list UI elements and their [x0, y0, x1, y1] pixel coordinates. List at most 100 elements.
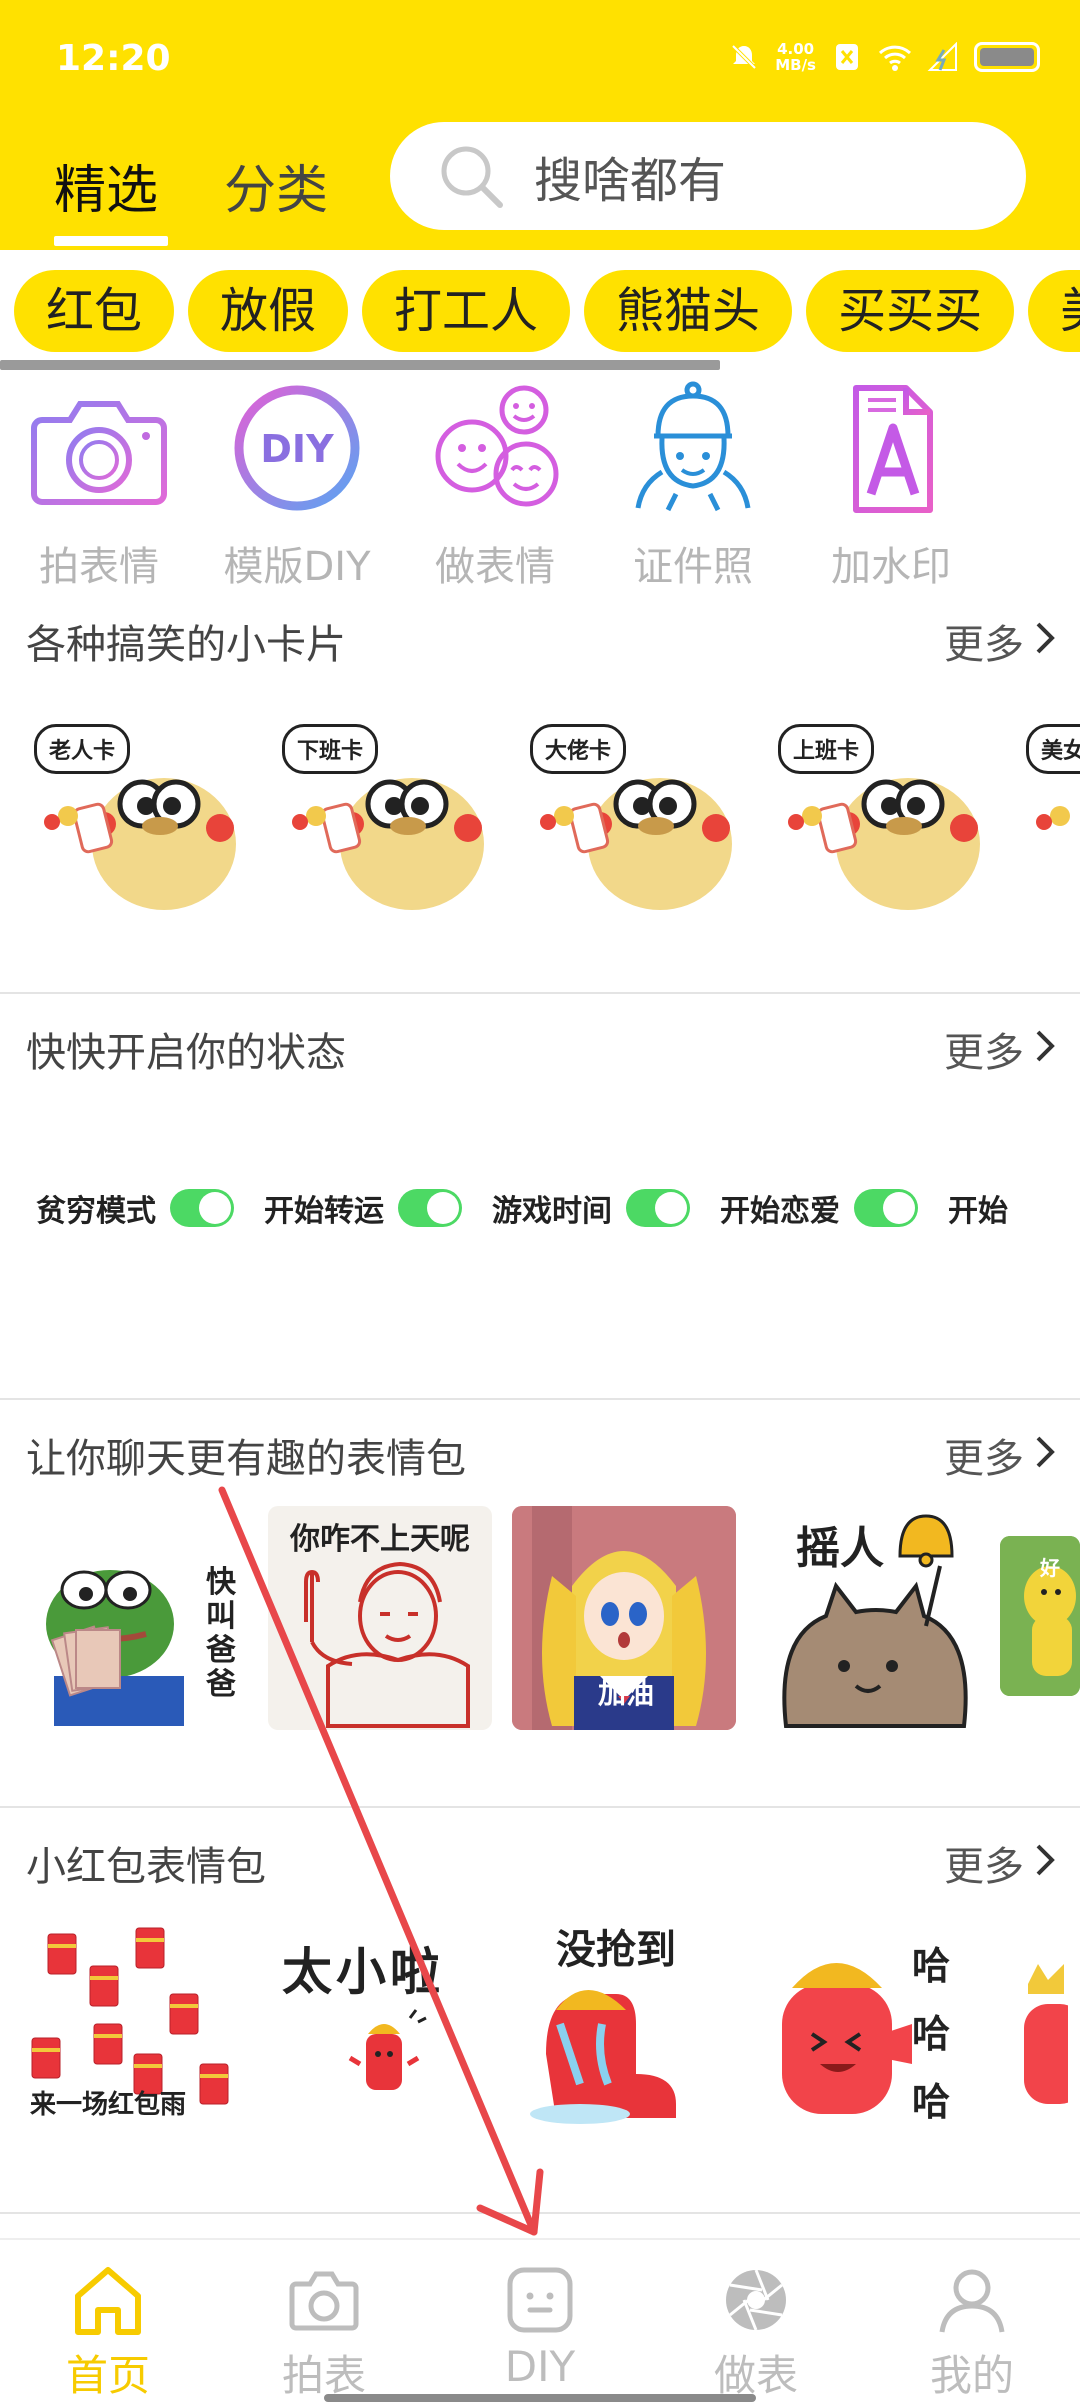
chip-partial[interactable]: 美 [1028, 270, 1080, 352]
nav-home[interactable]: 首页 [0, 2260, 216, 2403]
red-packet-partial[interactable] [1008, 1914, 1080, 2134]
card-sticker[interactable]: 下班卡 [272, 694, 492, 914]
tool-label: 拍表情 [39, 544, 159, 590]
id-photo-person-icon [635, 381, 751, 512]
mute-bell-icon [727, 40, 761, 74]
toggle-switch[interactable] [170, 1189, 234, 1227]
signal-icon [926, 40, 960, 74]
diy-circle-icon: DIY [234, 385, 360, 511]
chip-panda-head[interactable]: 熊猫头 [584, 270, 793, 352]
card-label: 大佬卡 [530, 724, 627, 774]
tool-make-sticker[interactable]: 做表情 [396, 376, 594, 592]
chevron-right-icon[interactable] [1030, 618, 1060, 658]
red-packet-rain[interactable]: 来一场红包雨 [24, 1914, 244, 2134]
status-game-time[interactable]: 游戏时间 [492, 1186, 690, 1230]
camera-icon [31, 401, 167, 505]
tool-row: 拍表情 DIY 模版DIY 做表情 证件照 加水印 [0, 376, 1080, 596]
nav-make[interactable]: 做表 [648, 2260, 864, 2403]
red-packet-laughing[interactable]: 哈哈哈 [762, 1914, 982, 2134]
watermark-document-icon [853, 385, 933, 513]
card-sticker[interactable]: 大佬卡 [520, 694, 740, 914]
category-chips: 红包 放假 打工人 熊猫头 买买买 美 [14, 270, 1080, 352]
chips-scrollbar [0, 360, 720, 370]
more-button-memes[interactable]: 更多 [944, 1426, 1024, 1484]
smiley-faces-icon [435, 385, 559, 507]
search-input[interactable]: 搜啥都有 [390, 122, 1026, 230]
red-packet-thumbnails: 来一场红包雨 太小啦 没抢到 哈哈哈 [24, 1914, 1080, 2134]
status-toggles: 贫穷模式 开始转运 游戏时间 开始恋爱 开始 [36, 1186, 1008, 1230]
status-label: 开始 [948, 1194, 1008, 1229]
red-packet-caption: 来一场红包雨 [30, 2090, 187, 2120]
chip-hongbao[interactable]: 红包 [14, 270, 175, 352]
status-good-luck[interactable]: 开始转运 [264, 1186, 462, 1230]
meme-red-man[interactable]: 你咋不上天呢 [268, 1506, 492, 1730]
status-poverty-mode[interactable]: 贫穷模式 [36, 1186, 234, 1230]
app-screen: 12:20 4.00 MB/s 精选 分类 搜啥都有 红包 放假 打工人 熊猫头… [0, 0, 1080, 2408]
user-icon [939, 2269, 1005, 2333]
aperture-icon [726, 2269, 786, 2331]
net-speed: 4.00 MB/s [775, 41, 816, 73]
nav-take[interactable]: 拍表 [216, 2260, 432, 2403]
tool-label: 模版DIY [223, 544, 371, 590]
tool-label: 做表情 [435, 544, 555, 590]
cat-bell-meme-image [782, 1514, 968, 1728]
bottom-nav: 首页 拍表 DIY 做表 我的 [0, 2238, 1080, 2408]
red-man-meme-image [304, 1561, 470, 1728]
home-icon [75, 2267, 141, 2335]
nav-label: DIY [504, 2342, 576, 2391]
chip-shopping[interactable]: 买买买 [806, 270, 1015, 352]
nav-label: 首页 [65, 2351, 150, 2400]
nav-mine[interactable]: 我的 [864, 2260, 1080, 2403]
section-title-status: 快快开启你的状态 [26, 1030, 346, 1076]
status-time: 12:20 [56, 38, 171, 79]
red-packet-too-small[interactable]: 太小啦 [270, 1914, 490, 2134]
header-bar: 12:20 4.00 MB/s 精选 分类 搜啥都有 [0, 0, 1080, 250]
chip-holiday[interactable]: 放假 [188, 270, 349, 352]
tab-featured[interactable]: 精选 [54, 148, 158, 223]
chevron-right-icon[interactable] [1030, 1026, 1060, 1066]
meme-frog[interactable]: 快叫爸爸 [24, 1506, 248, 1730]
status-romance[interactable]: 开始恋爱 [720, 1186, 918, 1230]
nav-diy[interactable]: DIY [432, 2260, 648, 2391]
toggle-switch[interactable] [854, 1189, 918, 1227]
diy-face-icon [507, 2267, 573, 2333]
chevron-right-icon[interactable] [1030, 1840, 1060, 1880]
status-partial[interactable]: 开始 [948, 1186, 1008, 1230]
meme-sailor-moon[interactable]: 加油 [512, 1506, 736, 1730]
section-divider [0, 1398, 1080, 1400]
card-label: 上班卡 [778, 724, 875, 774]
section-title-cards: 各种搞笑的小卡片 [26, 622, 346, 668]
card-sticker[interactable]: 上班卡 [768, 694, 988, 914]
tiny-red-figure-image [348, 2009, 427, 2090]
section-divider [0, 1806, 1080, 1808]
status-label: 贫穷模式 [36, 1194, 156, 1229]
meme-cat-bell[interactable]: 摇人 [756, 1506, 980, 1730]
tool-id-photo[interactable]: 证件照 [594, 376, 792, 592]
red-packet-partial-image [1024, 1964, 1080, 2104]
card-sticker[interactable]: 老人卡 [24, 694, 244, 914]
status-label: 开始恋爱 [720, 1194, 840, 1229]
card-label: 老人卡 [34, 724, 131, 774]
sim-x-icon [830, 40, 864, 74]
toggle-switch[interactable] [626, 1189, 690, 1227]
home-indicator [324, 2394, 756, 2402]
tool-template-diy[interactable]: DIY 模版DIY [198, 376, 396, 592]
tool-take-sticker[interactable]: 拍表情 [0, 376, 198, 592]
more-button-red-packets[interactable]: 更多 [944, 1834, 1024, 1892]
section-divider [0, 992, 1080, 994]
wifi-icon [878, 40, 912, 74]
red-packet-missed[interactable]: 没抢到 [516, 1914, 736, 2134]
more-button-status[interactable]: 更多 [944, 1020, 1024, 1078]
tool-watermark[interactable]: 加水印 [792, 376, 990, 592]
red-packet-caption: 没抢到 [516, 1914, 736, 2134]
tool-label: 证件照 [633, 544, 753, 590]
card-sticker[interactable]: 美女卡 [1016, 694, 1080, 914]
chip-worker[interactable]: 打工人 [362, 270, 571, 352]
tab-categories[interactable]: 分类 [224, 148, 328, 223]
tool-label: 加水印 [831, 544, 951, 590]
toggle-switch[interactable] [398, 1189, 462, 1227]
chevron-right-icon[interactable] [1030, 1432, 1060, 1472]
meme-partial[interactable]: 好 [1000, 1536, 1080, 1696]
more-button-cards[interactable]: 更多 [944, 612, 1024, 670]
search-placeholder: 搜啥都有 [534, 153, 727, 209]
